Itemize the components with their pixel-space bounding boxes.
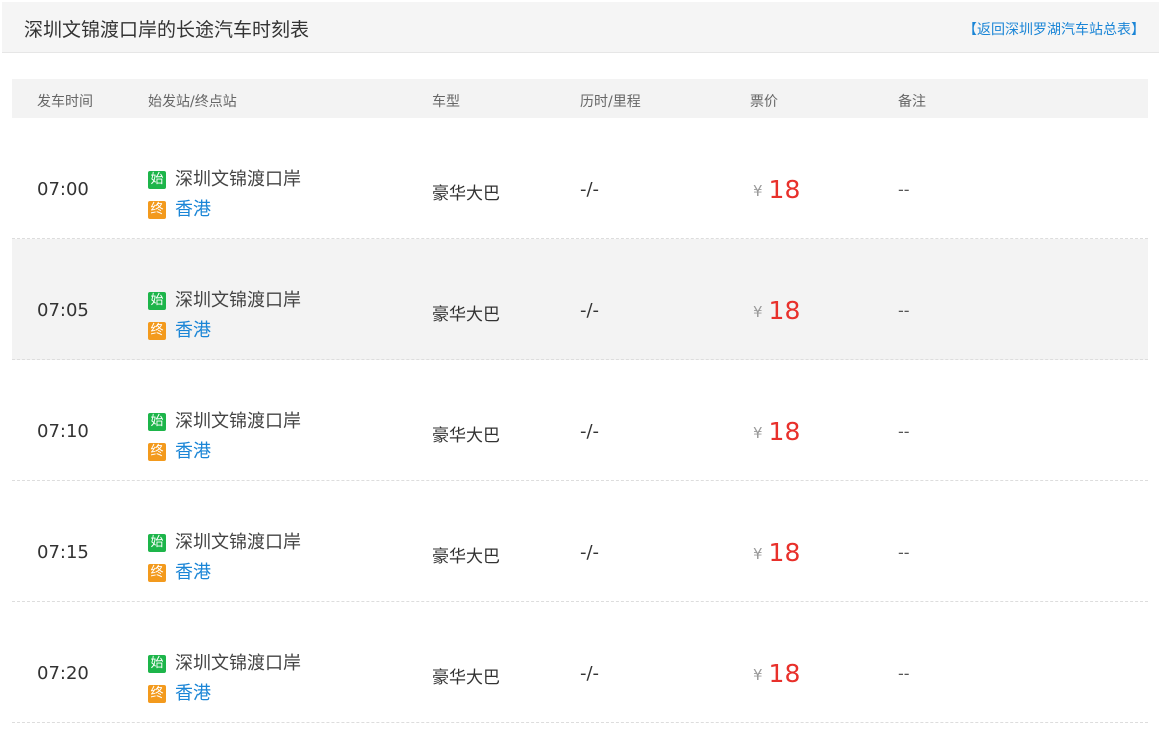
end-tag: 终 bbox=[148, 443, 166, 461]
table-header: 发车时间 始发站/终点站 车型 历时/里程 票价 备注 bbox=[12, 79, 1148, 118]
yen-symbol: ¥ bbox=[753, 303, 763, 321]
destination-name[interactable]: 香港 bbox=[175, 199, 211, 220]
ticket-price: ¥18 bbox=[753, 417, 800, 446]
destination-station[interactable]: 终香港 bbox=[148, 437, 211, 463]
price-amount: 18 bbox=[768, 538, 801, 567]
end-tag: 终 bbox=[148, 201, 166, 219]
origin-station: 始深圳文锦渡口岸 bbox=[148, 407, 301, 433]
duration-distance: -/- bbox=[580, 300, 600, 321]
schedule-table: 发车时间 始发站/终点站 车型 历时/里程 票价 备注 07:00 始深圳文锦渡… bbox=[12, 79, 1148, 723]
duration-distance: -/- bbox=[580, 421, 600, 442]
table-row: 07:20 始深圳文锦渡口岸 终香港 豪华大巴 -/- ¥18 -- bbox=[12, 602, 1148, 723]
origin-station: 始深圳文锦渡口岸 bbox=[148, 165, 301, 191]
start-tag: 始 bbox=[148, 413, 166, 431]
origin-name: 深圳文锦渡口岸 bbox=[175, 411, 301, 432]
destination-name[interactable]: 香港 bbox=[175, 320, 211, 341]
column-header-note: 备注 bbox=[898, 94, 926, 110]
start-tag: 始 bbox=[148, 655, 166, 673]
price-amount: 18 bbox=[768, 417, 801, 446]
start-tag: 始 bbox=[148, 534, 166, 552]
note: -- bbox=[898, 543, 910, 562]
origin-name: 深圳文锦渡口岸 bbox=[175, 532, 301, 553]
start-tag: 始 bbox=[148, 292, 166, 310]
table-row: 07:15 始深圳文锦渡口岸 终香港 豪华大巴 -/- ¥18 -- bbox=[12, 481, 1148, 602]
column-header-price: 票价 bbox=[750, 94, 778, 110]
ticket-price: ¥18 bbox=[753, 296, 800, 325]
destination-station[interactable]: 终香港 bbox=[148, 558, 211, 584]
origin-station: 始深圳文锦渡口岸 bbox=[148, 286, 301, 312]
yen-symbol: ¥ bbox=[753, 545, 763, 563]
table-row: 07:05 始深圳文锦渡口岸 终香港 豪华大巴 -/- ¥18 -- bbox=[12, 239, 1148, 360]
back-to-luohu-link[interactable]: 【返回深圳罗湖汽车站总表】 bbox=[963, 19, 1145, 39]
origin-station: 始深圳文锦渡口岸 bbox=[148, 649, 301, 675]
destination-name[interactable]: 香港 bbox=[175, 562, 211, 583]
ticket-price: ¥18 bbox=[753, 538, 800, 567]
destination-station[interactable]: 终香港 bbox=[148, 316, 211, 342]
note: -- bbox=[898, 422, 910, 441]
origin-name: 深圳文锦渡口岸 bbox=[175, 169, 301, 190]
bus-type: 豪华大巴 bbox=[432, 184, 500, 204]
origin-name: 深圳文锦渡口岸 bbox=[175, 653, 301, 674]
note: -- bbox=[898, 664, 910, 683]
origin-name: 深圳文锦渡口岸 bbox=[175, 290, 301, 311]
bus-type: 豪华大巴 bbox=[432, 305, 500, 325]
destination-station[interactable]: 终香港 bbox=[148, 679, 211, 705]
departure-time: 07:15 bbox=[37, 542, 89, 563]
column-header-bus-type: 车型 bbox=[432, 94, 460, 110]
table-row: 07:10 始深圳文锦渡口岸 终香港 豪华大巴 -/- ¥18 -- bbox=[12, 360, 1148, 481]
ticket-price: ¥18 bbox=[753, 175, 800, 204]
departure-time: 07:10 bbox=[37, 421, 89, 442]
departure-time: 07:05 bbox=[37, 300, 89, 321]
duration-distance: -/- bbox=[580, 179, 600, 200]
destination-name[interactable]: 香港 bbox=[175, 683, 211, 704]
destination-station[interactable]: 终香港 bbox=[148, 195, 211, 221]
destination-name[interactable]: 香港 bbox=[175, 441, 211, 462]
bus-type: 豪华大巴 bbox=[432, 547, 500, 567]
duration-distance: -/- bbox=[580, 663, 600, 684]
price-amount: 18 bbox=[768, 175, 801, 204]
yen-symbol: ¥ bbox=[753, 182, 763, 200]
bus-type: 豪华大巴 bbox=[432, 426, 500, 446]
column-header-duration-distance: 历时/里程 bbox=[580, 94, 641, 110]
price-amount: 18 bbox=[768, 296, 801, 325]
schedule-page: 深圳文锦渡口岸的长途汽车时刻表 【返回深圳罗湖汽车站总表】 发车时间 始发站/终… bbox=[0, 0, 1159, 748]
end-tag: 终 bbox=[148, 685, 166, 703]
yen-symbol: ¥ bbox=[753, 666, 763, 684]
note: -- bbox=[898, 301, 910, 320]
bus-type: 豪华大巴 bbox=[432, 668, 500, 688]
column-header-departure-time: 发车时间 bbox=[37, 94, 93, 110]
note: -- bbox=[898, 180, 910, 199]
end-tag: 终 bbox=[148, 322, 166, 340]
ticket-price: ¥18 bbox=[753, 659, 800, 688]
start-tag: 始 bbox=[148, 171, 166, 189]
departure-time: 07:00 bbox=[37, 179, 89, 200]
page-title: 深圳文锦渡口岸的长途汽车时刻表 bbox=[24, 19, 310, 41]
page-header: 深圳文锦渡口岸的长途汽车时刻表 【返回深圳罗湖汽车站总表】 bbox=[2, 2, 1159, 53]
table-row: 07:00 始深圳文锦渡口岸 终香港 豪华大巴 -/- ¥18 -- bbox=[12, 118, 1148, 239]
price-amount: 18 bbox=[768, 659, 801, 688]
duration-distance: -/- bbox=[580, 542, 600, 563]
origin-station: 始深圳文锦渡口岸 bbox=[148, 528, 301, 554]
column-header-stations: 始发站/终点站 bbox=[148, 94, 237, 110]
yen-symbol: ¥ bbox=[753, 424, 763, 442]
departure-time: 07:20 bbox=[37, 663, 89, 684]
end-tag: 终 bbox=[148, 564, 166, 582]
